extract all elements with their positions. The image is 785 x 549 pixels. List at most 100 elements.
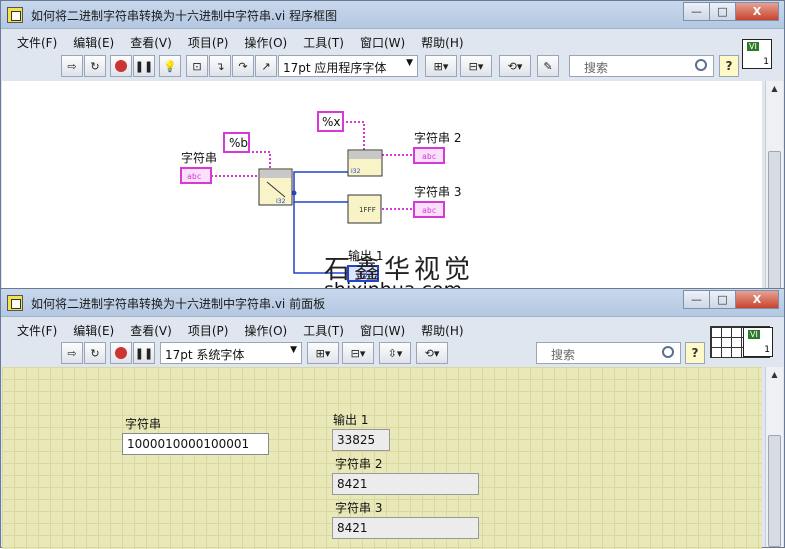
- scrollbar-thumb[interactable]: [768, 151, 781, 291]
- block-diagram-canvas[interactable]: 字符串 abc %b I32 %x I32 1FFF 字符串 2 abc 字符串…: [2, 81, 762, 301]
- reorder-icon[interactable]: ⟲▾: [499, 55, 531, 77]
- abort-icon[interactable]: [110, 55, 132, 77]
- hex-node-text: 1FFF: [359, 206, 376, 214]
- labview-vi-icon: [7, 295, 23, 311]
- pause-icon[interactable]: ❚❚: [133, 342, 155, 364]
- retain-wire-values-icon[interactable]: ⊡: [186, 55, 208, 77]
- search-input[interactable]: 搜索: [536, 342, 681, 364]
- out3-terminal-label: 字符串 3: [414, 184, 461, 199]
- scrollbar-thumb[interactable]: [768, 435, 781, 547]
- minimize-button[interactable]: —: [683, 2, 710, 21]
- block-diagram-title: 如何将二进制字符串转换为十六进制中字符串.vi 程序框图: [31, 9, 338, 23]
- format-node-header: [349, 151, 381, 159]
- front-panel-window: 如何将二进制字符串转换为十六进制中字符串.vi 前面板 — □ X 文件(F) …: [0, 288, 785, 549]
- format-x-text: %x: [322, 115, 341, 129]
- abort-icon[interactable]: [110, 342, 132, 364]
- menu-view[interactable]: 查看(V): [122, 319, 180, 341]
- menu-edit[interactable]: 编辑(E): [65, 31, 122, 53]
- front-panel-toolbar: ⇨ ↻ ❚❚ 17pt 系统字体 ▼ ⊞▾ ⊟▾ ⇳▾ ⟲▾ 搜索 ?: [9, 341, 709, 367]
- font-select[interactable]: 17pt 系统字体 ▼: [160, 342, 302, 364]
- block-diagram-window: 如何将二进制字符串转换为十六进制中字符串.vi 程序框图 — □ X 文件(F)…: [0, 0, 785, 301]
- block-diagram-menubar: 文件(F) 编辑(E) 查看(V) 项目(P) 操作(O) 工具(T) 窗口(W…: [9, 31, 472, 53]
- step-out-icon[interactable]: ↗: [255, 55, 277, 77]
- scan-node-i32: I32: [276, 198, 286, 205]
- out3-terminal-text: abc: [422, 206, 437, 215]
- align-objects-icon[interactable]: ⊞▾: [425, 55, 457, 77]
- search-icon: [695, 59, 707, 71]
- scroll-up-icon[interactable]: ▲: [766, 367, 783, 384]
- distribute-objects-icon[interactable]: ⊟▾: [460, 55, 492, 77]
- menu-operate[interactable]: 操作(O): [236, 319, 295, 341]
- chevron-down-icon: ▼: [290, 345, 297, 355]
- menu-project[interactable]: 项目(P): [180, 319, 237, 341]
- menu-file[interactable]: 文件(F): [9, 31, 65, 53]
- input-terminal-text: abc: [187, 172, 202, 181]
- search-icon: [662, 346, 674, 358]
- run-continuous-icon[interactable]: ↻: [84, 55, 106, 77]
- context-help-button[interactable]: ?: [719, 55, 739, 77]
- search-input[interactable]: 搜索: [569, 55, 714, 77]
- menu-file[interactable]: 文件(F): [9, 319, 65, 341]
- string3-indicator-label: 字符串 3: [335, 501, 383, 515]
- string-wire-format-b: [248, 151, 271, 169]
- output1-indicator-label: 输出 1: [333, 413, 369, 427]
- run-arrow-icon[interactable]: ⇨: [61, 55, 83, 77]
- step-into-icon[interactable]: ↴: [209, 55, 231, 77]
- maximize-button[interactable]: □: [709, 2, 736, 21]
- menu-window[interactable]: 窗口(W): [352, 31, 413, 53]
- input-terminal-label: 字符串: [181, 150, 217, 165]
- close-button[interactable]: X: [735, 2, 779, 21]
- string-control[interactable]: 1000010000100001: [122, 433, 269, 455]
- block-diagram-titlebar[interactable]: 如何将二进制字符串转换为十六进制中字符串.vi 程序框图 — □ X: [1, 1, 784, 29]
- front-panel-canvas[interactable]: 字符串 1000010000100001 输出 1 33825 字符串 2 84…: [2, 367, 762, 549]
- menu-help[interactable]: 帮助(H): [413, 319, 471, 341]
- menu-edit[interactable]: 编辑(E): [65, 319, 122, 341]
- cleanup-diagram-icon[interactable]: ✎: [537, 55, 559, 77]
- highlight-execution-icon[interactable]: 💡: [159, 55, 181, 77]
- close-button[interactable]: X: [735, 290, 779, 309]
- string-wire-format-x: [342, 121, 365, 150]
- maximize-button[interactable]: □: [709, 290, 736, 309]
- front-panel-vertical-scrollbar[interactable]: ▲: [765, 367, 783, 547]
- vi-connector-icon[interactable]: VI 1: [743, 327, 773, 357]
- resize-objects-icon[interactable]: ⇳▾: [379, 342, 411, 364]
- run-continuous-icon[interactable]: ↻: [84, 342, 106, 364]
- string2-indicator: 8421: [332, 473, 479, 495]
- block-diagram-vertical-scrollbar[interactable]: ▲: [765, 81, 783, 292]
- scan-node-header: [260, 170, 291, 178]
- font-select[interactable]: 17pt 应用程序字体 ▼: [278, 55, 418, 77]
- out2-terminal-label: 字符串 2: [414, 130, 461, 145]
- front-panel-titlebar[interactable]: 如何将二进制字符串转换为十六进制中字符串.vi 前面板 — □ X: [1, 289, 784, 317]
- string-control-label: 字符串: [125, 417, 162, 431]
- format-b-text: %b: [229, 136, 248, 150]
- menu-tools[interactable]: 工具(T): [295, 319, 352, 341]
- output1-indicator: 33825: [332, 429, 390, 451]
- format-node-i32: I32: [351, 168, 361, 175]
- context-help-button[interactable]: ?: [685, 342, 705, 364]
- vi-connector-icon[interactable]: VI 1: [742, 39, 772, 69]
- menu-view[interactable]: 查看(V): [122, 31, 180, 53]
- chevron-down-icon: ▼: [406, 58, 413, 68]
- minimize-button[interactable]: —: [683, 290, 710, 309]
- menu-help[interactable]: 帮助(H): [413, 31, 471, 53]
- int-wire-hex: [293, 193, 348, 203]
- pause-icon[interactable]: ❚❚: [133, 55, 155, 77]
- int-wire-main: [292, 171, 348, 194]
- menu-tools[interactable]: 工具(T): [295, 31, 352, 53]
- run-arrow-icon[interactable]: ⇨: [61, 342, 83, 364]
- step-over-icon[interactable]: ↷: [232, 55, 254, 77]
- block-diagram-toolbar: ⇨ ↻ ❚❚ 💡 ⊡ ↴ ↷ ↗ 17pt 应用程序字体 ▼ ⊞▾ ⊟▾ ⟲▾ ✎…: [9, 54, 739, 80]
- reorder-icon[interactable]: ⟲▾: [416, 342, 448, 364]
- front-panel-menubar: 文件(F) 编辑(E) 查看(V) 项目(P) 操作(O) 工具(T) 窗口(W…: [9, 319, 472, 341]
- distribute-objects-icon[interactable]: ⊟▾: [342, 342, 374, 364]
- out2-terminal-text: abc: [422, 152, 437, 161]
- scroll-up-icon[interactable]: ▲: [766, 81, 783, 98]
- menu-operate[interactable]: 操作(O): [236, 31, 295, 53]
- align-objects-icon[interactable]: ⊞▾: [307, 342, 339, 364]
- menu-window[interactable]: 窗口(W): [352, 319, 413, 341]
- string2-indicator-label: 字符串 2: [335, 457, 383, 471]
- menu-project[interactable]: 项目(P): [180, 31, 237, 53]
- labview-vi-icon: [7, 7, 23, 23]
- front-panel-title: 如何将二进制字符串转换为十六进制中字符串.vi 前面板: [31, 297, 326, 311]
- string3-indicator: 8421: [332, 517, 479, 539]
